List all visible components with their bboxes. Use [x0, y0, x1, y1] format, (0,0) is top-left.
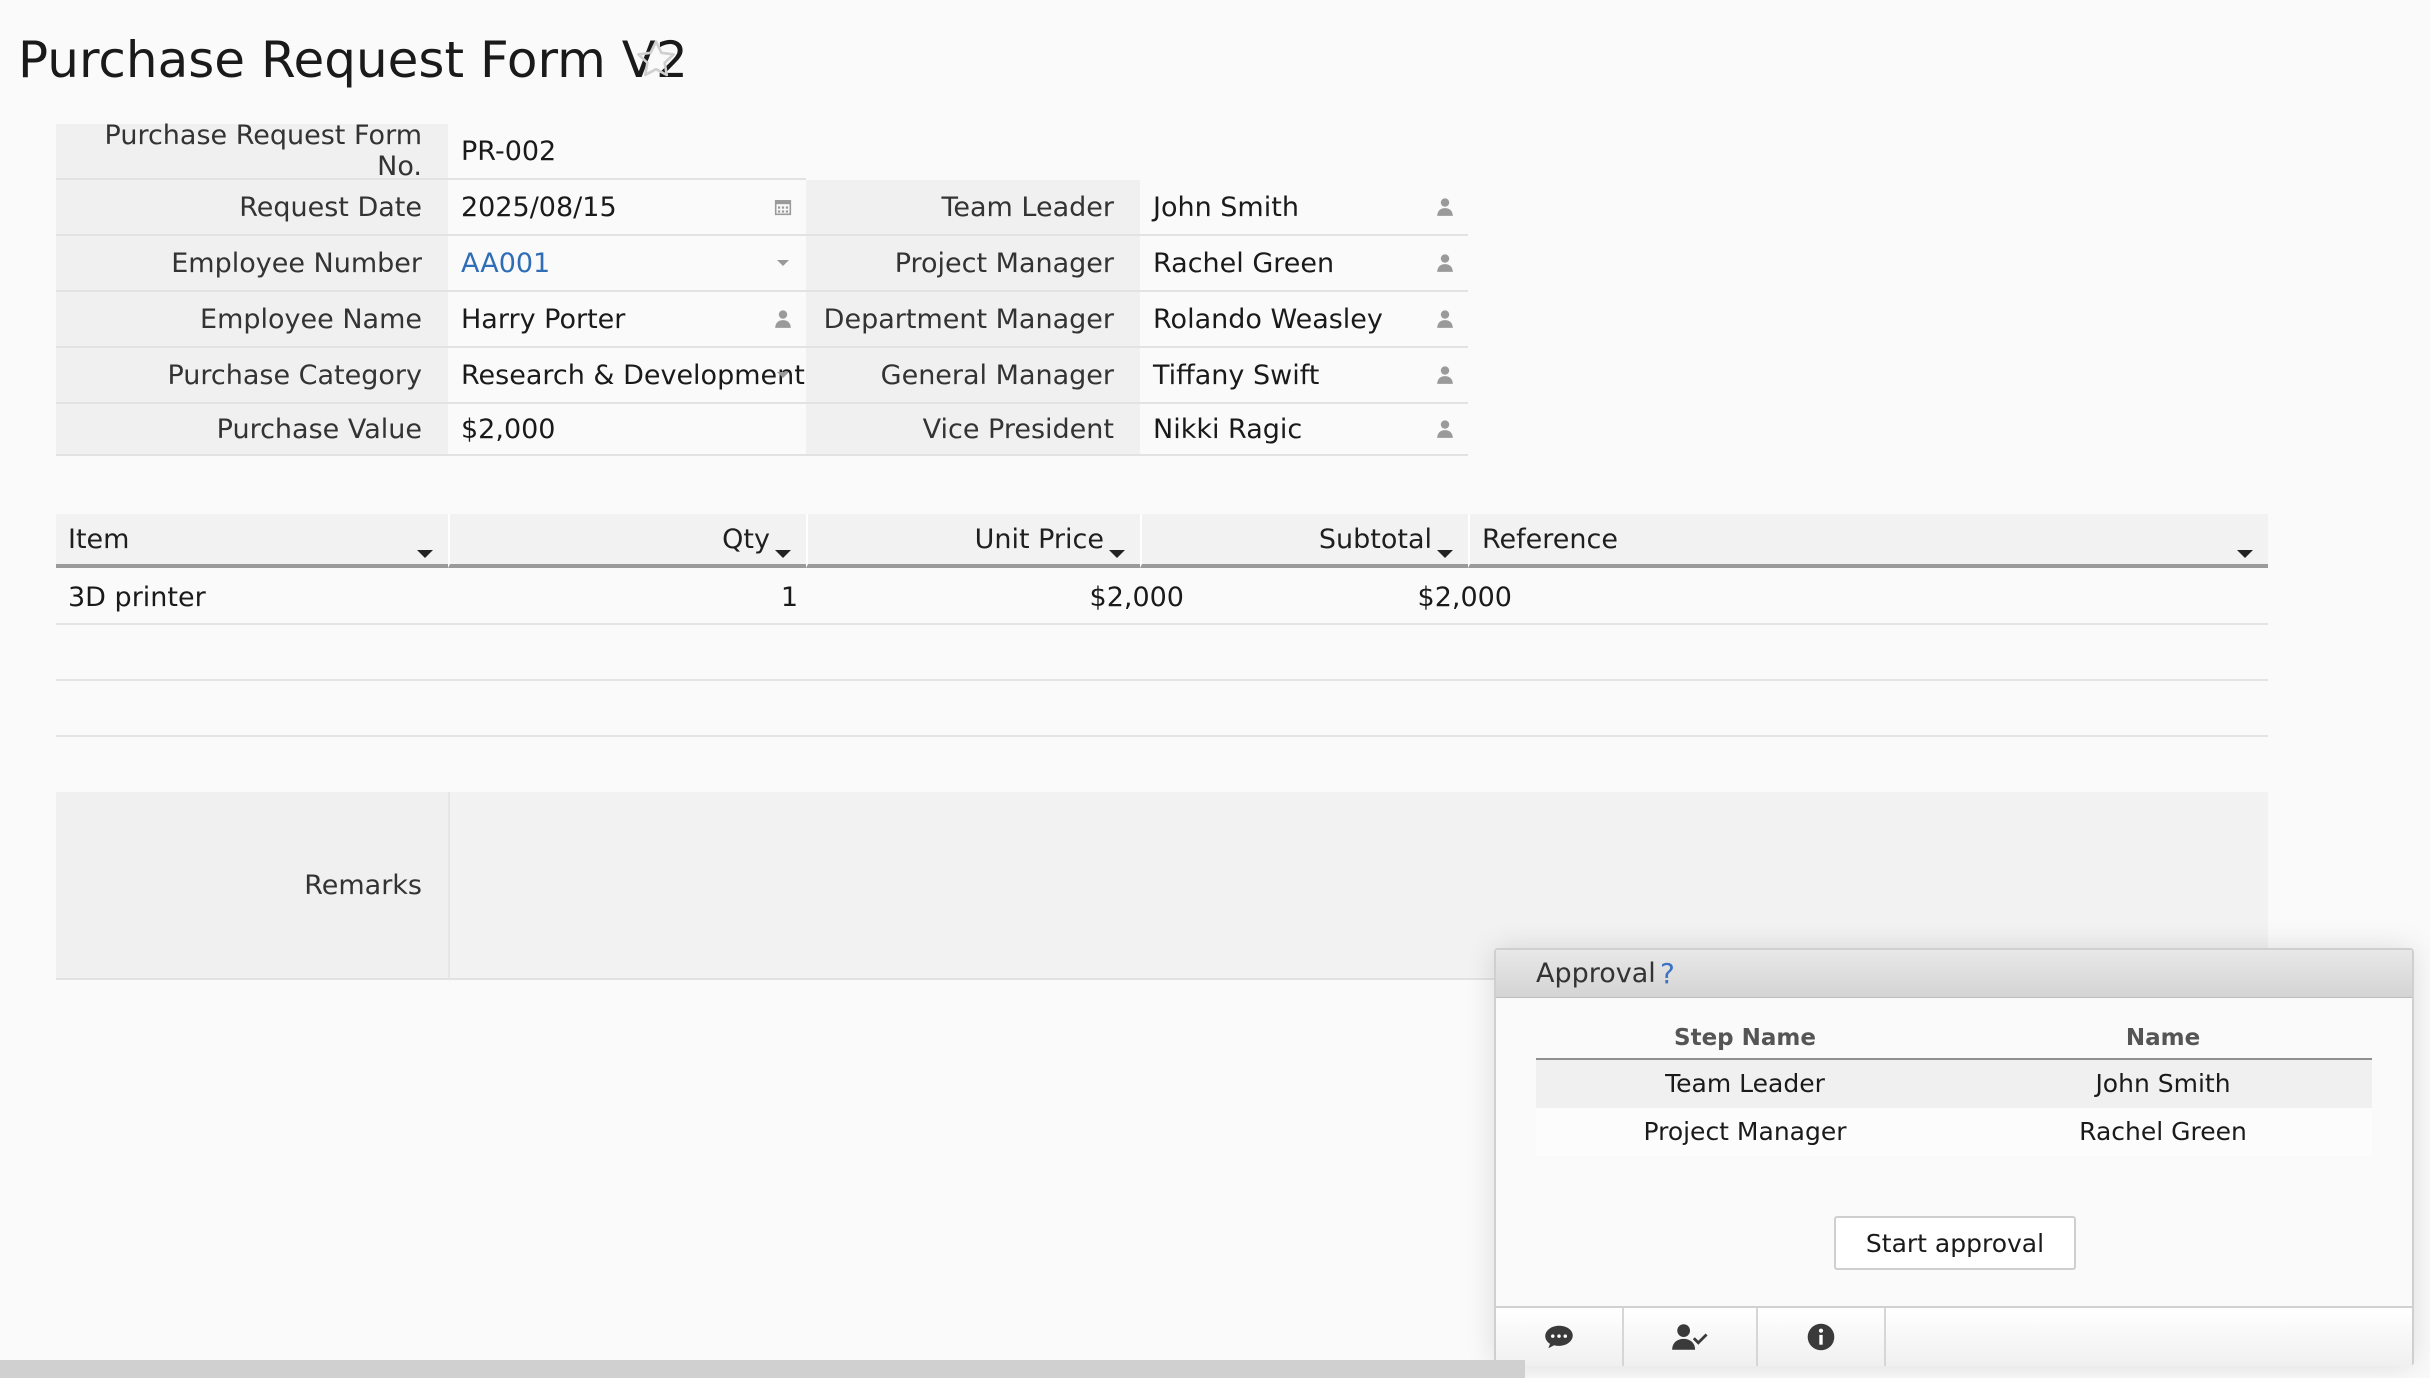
column-header-qty[interactable]: Qty	[448, 514, 806, 568]
department-manager-value: Rolando Weasley	[1153, 303, 1383, 335]
column-header-label: Qty	[722, 523, 770, 555]
vice-president-value: Nikki Ragic	[1153, 413, 1303, 445]
start-approval-button[interactable]: Start approval	[1834, 1216, 2076, 1270]
project-manager-label: Project Manager	[806, 236, 1140, 292]
employee-number-link[interactable]: AA001	[461, 248, 550, 279]
employee-number-field[interactable]: AA001	[448, 236, 806, 292]
calendar-icon[interactable]	[772, 196, 794, 218]
cell-unit-price: $2,000	[1089, 581, 1184, 613]
column-header-reference[interactable]: Reference	[1468, 514, 2268, 568]
sort-arrow-icon[interactable]	[1436, 535, 1454, 566]
request-date-value: 2025/08/15	[461, 191, 617, 223]
general-manager-field[interactable]: Tiffany Swift	[1140, 348, 1468, 404]
employee-number-label: Employee Number	[56, 236, 448, 292]
form-no-value[interactable]: PR-002	[448, 124, 806, 180]
employee-name-field[interactable]: Harry Porter	[448, 292, 806, 348]
approval-step-row[interactable]: Team Leader John Smith	[1536, 1060, 2372, 1108]
column-header-label: Item	[68, 523, 130, 555]
user-check-icon[interactable]	[1624, 1308, 1758, 1366]
project-manager-value: Rachel Green	[1153, 247, 1335, 279]
column-header-item[interactable]: Item	[56, 514, 448, 568]
approval-step-name: Project Manager	[1643, 1117, 1847, 1146]
sort-arrow-icon[interactable]	[2236, 535, 2254, 566]
request-date-label: Request Date	[56, 180, 448, 236]
column-header-label: Subtotal	[1318, 523, 1432, 555]
purchase-category-field[interactable]: Research & Development	[448, 348, 806, 404]
info-icon[interactable]	[1758, 1308, 1886, 1366]
approval-approver-name: John Smith	[2095, 1069, 2231, 1098]
approval-approver-name: Rachel Green	[2079, 1117, 2247, 1146]
column-header-unit-price[interactable]: Unit Price	[806, 514, 1140, 568]
cell-qty: 1	[780, 581, 798, 613]
cell-reference	[1480, 570, 2260, 624]
request-date-field[interactable]: 2025/08/15	[448, 180, 806, 236]
column-header-label: Unit Price	[974, 523, 1104, 555]
person-icon[interactable]	[1434, 308, 1456, 330]
general-manager-label: General Manager	[806, 348, 1140, 404]
approval-column-name: Name	[2125, 1025, 2201, 1051]
approval-panel: Approval ? Step Name Name Team Leader Jo…	[1494, 948, 2414, 1366]
team-leader-value: John Smith	[1153, 191, 1299, 223]
person-icon[interactable]	[1434, 364, 1456, 386]
department-manager-label: Department Manager	[806, 292, 1140, 348]
department-manager-field[interactable]: Rolando Weasley	[1140, 292, 1468, 348]
general-manager-value: Tiffany Swift	[1153, 359, 1320, 391]
approval-header: Approval ?	[1496, 950, 2412, 998]
sort-arrow-icon[interactable]	[416, 535, 434, 566]
project-manager-field[interactable]: Rachel Green	[1140, 236, 1468, 292]
team-leader-label: Team Leader	[806, 180, 1140, 236]
star-outline-icon[interactable]	[632, 36, 680, 84]
approval-step-row[interactable]: Project Manager Rachel Green	[1536, 1108, 2372, 1156]
empty-table-row[interactable]	[56, 625, 2268, 679]
empty-table-row[interactable]	[56, 681, 2268, 735]
person-icon[interactable]	[1434, 418, 1456, 440]
purchase-category-value: Research & Development	[461, 359, 805, 391]
person-icon[interactable]	[1434, 196, 1456, 218]
dropdown-arrow-icon[interactable]	[772, 364, 794, 386]
employee-name-value: Harry Porter	[461, 303, 626, 335]
page-title: Purchase Request Form V2	[18, 31, 688, 89]
sort-arrow-icon[interactable]	[1108, 535, 1126, 566]
sort-arrow-icon[interactable]	[774, 535, 792, 566]
column-header-subtotal[interactable]: Subtotal	[1140, 514, 1468, 568]
help-icon[interactable]: ?	[1660, 950, 1675, 998]
table-row[interactable]: 3D printer 1 $2,000 $2,000	[56, 570, 2268, 624]
cell-subtotal: $2,000	[1417, 581, 1512, 613]
person-icon[interactable]	[772, 308, 794, 330]
purchase-category-label: Purchase Category	[56, 348, 448, 404]
column-header-label: Reference	[1482, 523, 1618, 555]
team-leader-field[interactable]: John Smith	[1140, 180, 1468, 236]
purchase-value-text: $2,000	[461, 413, 556, 445]
horizontal-scrollbar[interactable]	[0, 1360, 1525, 1378]
form-no-label: Purchase Request Form No.	[56, 120, 448, 182]
person-icon[interactable]	[1434, 252, 1456, 274]
vice-president-label: Vice President	[806, 404, 1140, 456]
purchase-value-label: Purchase Value	[56, 404, 448, 456]
purchase-value-field[interactable]: $2,000	[448, 404, 806, 456]
approval-column-step-name: Step Name	[1674, 1025, 1816, 1051]
row-divider	[56, 735, 2268, 737]
approval-title: Approval	[1536, 958, 1656, 989]
remarks-label: Remarks	[56, 792, 448, 980]
dropdown-arrow-icon[interactable]	[772, 252, 794, 274]
vice-president-field[interactable]: Nikki Ragic	[1140, 404, 1468, 456]
form-no-text: PR-002	[461, 135, 557, 167]
approval-footer-toolbar	[1496, 1306, 2412, 1366]
approval-step-name: Team Leader	[1665, 1069, 1825, 1098]
employee-name-label: Employee Name	[56, 292, 448, 348]
comment-icon[interactable]	[1496, 1308, 1624, 1366]
cell-item: 3D printer	[68, 581, 206, 613]
